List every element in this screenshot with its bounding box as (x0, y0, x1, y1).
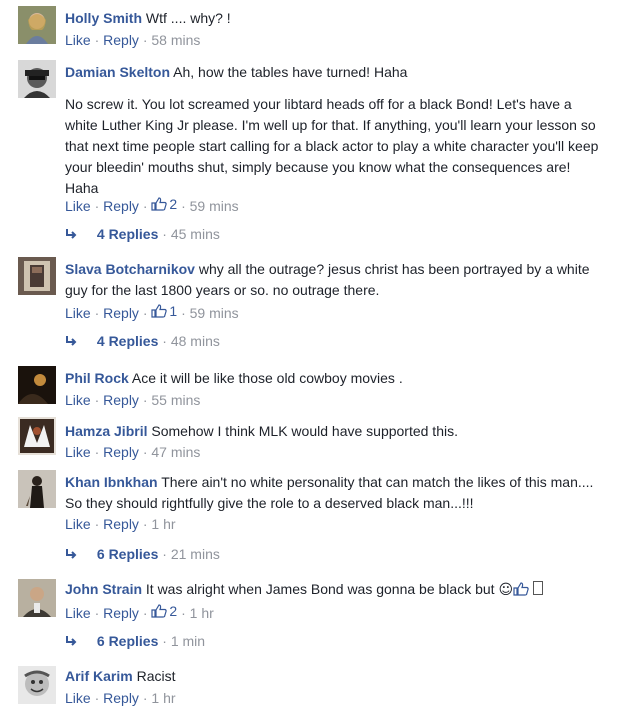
timestamp[interactable]: 59 mins (190, 198, 239, 214)
comment-body: Holly Smith Wtf .... why? ! (65, 8, 605, 29)
timestamp[interactable]: 47 mins (151, 444, 200, 460)
comment-text: Somehow I think MLK would have supported… (151, 423, 458, 439)
like-link[interactable]: Like (65, 305, 91, 321)
reply-arrow-icon (66, 549, 77, 559)
author-name[interactable]: Khan Ibnkhan (65, 474, 158, 490)
comment-body: Phil Rock Ace it will be like those old … (65, 368, 605, 389)
author-name[interactable]: John Strain (65, 581, 142, 597)
timestamp[interactable]: 1 hr (151, 516, 175, 532)
avatar[interactable] (18, 6, 56, 44)
reply-link[interactable]: Reply (103, 32, 139, 48)
thumbs-up-icon (151, 604, 168, 618)
comment-actions: Like · Reply · 1 · 59 mins (65, 301, 239, 321)
thumbs-up-icon (151, 304, 168, 318)
comment-actions: Like · Reply · 1 hr (65, 516, 176, 532)
thumbs-up-icon (513, 582, 529, 596)
avatar[interactable] (18, 257, 56, 295)
view-replies-link[interactable]: 6 Replies · 1 min (65, 631, 205, 651)
like-link[interactable]: Like (65, 198, 91, 214)
comment-actions: Like · Reply · 55 mins (65, 392, 201, 408)
missing-glyph-icon (533, 581, 544, 595)
like-link[interactable]: Like (65, 392, 91, 408)
reply-link[interactable]: Reply (103, 392, 139, 408)
avatar[interactable] (18, 417, 56, 455)
reply-arrow-icon (66, 336, 77, 346)
avatar[interactable] (18, 666, 56, 704)
like-link[interactable]: Like (65, 32, 91, 48)
author-name[interactable]: Phil Rock (65, 370, 129, 386)
view-replies-link[interactable]: 4 Replies · 45 mins (65, 224, 220, 244)
comment-body: Hamza Jibril Somehow I think MLK would h… (65, 421, 605, 442)
view-replies-link[interactable]: 6 Replies · 21 mins (65, 544, 220, 564)
timestamp[interactable]: 59 mins (190, 305, 239, 321)
like-link[interactable]: Like (65, 690, 91, 706)
comment-body: Slava Botcharnikov why all the outrage? … (65, 259, 605, 301)
comment-actions: Like · Reply · 47 mins (65, 444, 201, 460)
comment-text: Ace it will be like those old cowboy mov… (131, 370, 403, 386)
reply-link[interactable]: Reply (103, 198, 139, 214)
comment-body: Damian Skelton Ah, how the tables have t… (65, 62, 605, 83)
author-name[interactable]: Hamza Jibril (65, 423, 147, 439)
reply-link[interactable]: Reply (103, 690, 139, 706)
like-link[interactable]: Like (65, 605, 91, 621)
reply-link[interactable]: Reply (103, 516, 139, 532)
timestamp[interactable]: 1 hr (190, 605, 214, 621)
comment-text: Ah, how the tables have turned! Haha (173, 64, 408, 80)
comment-body: John Strain It was alright when James Bo… (65, 579, 605, 601)
comment-body: Khan Ibnkhan There ain't no white person… (65, 472, 605, 514)
like-link[interactable]: Like (65, 444, 91, 460)
comment-text: Racist (136, 668, 176, 684)
smiley-emoji-icon: ☺ (498, 582, 514, 598)
avatar[interactable] (18, 470, 56, 508)
author-name[interactable]: Arif Karim (65, 668, 133, 684)
reply-link[interactable]: Reply (103, 605, 139, 621)
like-count[interactable]: 2 (151, 601, 177, 621)
like-count[interactable]: 1 (151, 301, 177, 321)
comment-actions: Like · Reply · 1 hr (65, 690, 176, 706)
timestamp[interactable]: 58 mins (151, 32, 200, 48)
comment-body: Arif Karim Racist (65, 666, 605, 687)
reply-arrow-icon (66, 229, 77, 239)
reply-link[interactable]: Reply (103, 444, 139, 460)
author-name[interactable]: Holly Smith (65, 10, 142, 26)
comment-text: Wtf .... why? ! (145, 10, 231, 26)
timestamp[interactable]: 1 hr (151, 690, 175, 706)
like-link[interactable]: Like (65, 516, 91, 532)
reply-link[interactable]: Reply (103, 305, 139, 321)
comment-actions: Like · Reply · 58 mins (65, 32, 201, 48)
avatar[interactable] (18, 60, 56, 98)
avatar[interactable] (18, 579, 56, 617)
author-name[interactable]: Slava Botcharnikov (65, 261, 195, 277)
thumbs-up-icon (151, 197, 168, 211)
timestamp[interactable]: 55 mins (151, 392, 200, 408)
comment-text-paragraph: No screw it. You lot screamed your libta… (65, 96, 599, 196)
comment-actions: Like · Reply · 2 · 1 hr (65, 601, 214, 621)
like-count[interactable]: 2 (151, 194, 177, 214)
avatar[interactable] (18, 366, 56, 404)
comment-actions: Like · Reply · 2 · 59 mins (65, 194, 239, 214)
comment-text: It was alright when James Bond was gonna… (145, 581, 495, 597)
view-replies-link[interactable]: 4 Replies · 48 mins (65, 331, 220, 351)
author-name[interactable]: Damian Skelton (65, 64, 170, 80)
reply-arrow-icon (66, 636, 77, 646)
